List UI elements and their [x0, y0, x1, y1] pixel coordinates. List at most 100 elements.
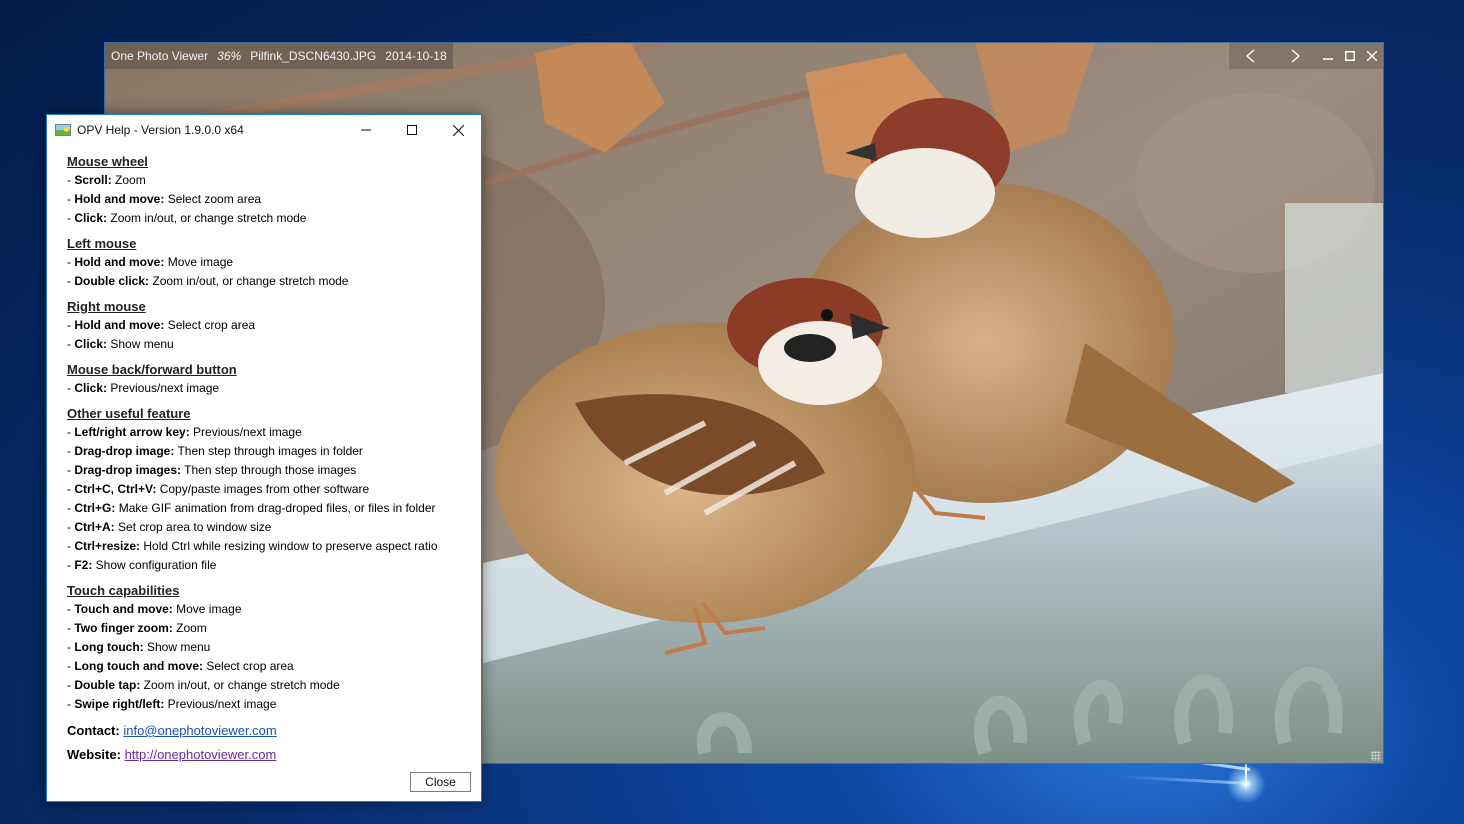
- viewer-app-name: One Photo Viewer: [111, 49, 209, 63]
- minimize-icon: [1323, 58, 1333, 60]
- help-item: - F2: Show configuration file: [67, 556, 461, 575]
- help-item: - Click: Previous/next image: [67, 379, 461, 398]
- help-item: - Double tap: Zoom in/out, or change str…: [67, 676, 461, 695]
- help-section: Mouse back/forward button - Click: Previo…: [67, 361, 461, 398]
- section-heading: Other useful feature: [67, 406, 191, 421]
- help-item: - Scroll: Zoom: [67, 171, 461, 190]
- help-item-text: Previous/next image: [107, 381, 220, 395]
- help-section: Mouse wheel - Scroll: Zoom - Hold and move…: [67, 153, 461, 228]
- contact-email-link[interactable]: info@onephotoviewer.com: [123, 723, 276, 738]
- help-item-text: Zoom: [172, 621, 207, 635]
- resize-grip[interactable]: [1371, 751, 1381, 761]
- app-picture-icon: [55, 124, 71, 136]
- section-heading: Mouse wheel: [67, 154, 148, 169]
- help-dialog: OPV Help - Version 1.9.0.0 x64 Mouse whe…: [46, 114, 482, 802]
- help-item-key: Long touch and move:: [74, 659, 204, 673]
- help-section: Right mouse - Hold and move: Select crop …: [67, 298, 461, 354]
- help-item-text: Copy/paste images from other software: [156, 482, 370, 496]
- viewer-zoom-level: 36%: [217, 49, 242, 63]
- help-item: - Ctrl+resize: Hold Ctrl while resizing …: [67, 537, 461, 556]
- website-label: Website:: [67, 747, 121, 762]
- help-item-key: Drag-drop images:: [74, 463, 182, 477]
- viewer-maximize-button[interactable]: [1339, 43, 1361, 69]
- help-item-key: Touch and move:: [74, 602, 173, 616]
- help-item-text: Move image: [164, 255, 234, 269]
- help-item-key: Double tap:: [74, 678, 141, 692]
- help-item: - Ctrl+A: Set crop area to window size: [67, 518, 461, 537]
- help-item: - Long touch and move: Select crop area: [67, 657, 461, 676]
- help-item-text: Previous/next image: [164, 697, 277, 711]
- help-item-text: Select zoom area: [164, 192, 262, 206]
- section-heading: Touch capabilities: [67, 583, 180, 598]
- help-item-key: Double click:: [74, 274, 150, 288]
- help-item-key: Left/right arrow key:: [74, 425, 190, 439]
- next-image-button[interactable]: [1273, 43, 1317, 69]
- help-section: Touch capabilities - Touch and move: Move…: [67, 582, 461, 714]
- help-item-text: Select crop area: [203, 659, 294, 673]
- help-item: - Swipe right/left: Previous/next image: [67, 695, 461, 714]
- help-item-key: Ctrl+C, Ctrl+V:: [74, 482, 157, 496]
- help-item-text: Then step through images in folder: [174, 444, 363, 458]
- contact-line: Contact: info@onephotoviewer.com: [67, 721, 461, 741]
- help-item: - Drag-drop image: Then step through ima…: [67, 442, 461, 461]
- help-item: - Double click: Zoom in/out, or change s…: [67, 272, 461, 291]
- help-item-text: Move image: [172, 602, 242, 616]
- help-item-text: Show configuration file: [92, 558, 217, 572]
- help-item-text: Show menu: [143, 640, 211, 654]
- maximize-icon: [407, 125, 417, 135]
- help-section: Other useful feature - Left/right arrow k…: [67, 405, 461, 575]
- help-item-text: Zoom in/out, or change stretch mode: [107, 211, 307, 225]
- help-title-bar: OPV Help - Version 1.9.0.0 x64: [47, 115, 481, 145]
- help-item: - Hold and move: Move image: [67, 253, 461, 272]
- help-section: Left mouse - Hold and move: Move image - D…: [67, 235, 461, 291]
- maximize-icon: [1345, 51, 1355, 61]
- help-maximize-button[interactable]: [389, 115, 435, 145]
- help-item-key: Hold and move:: [74, 192, 165, 206]
- help-item-key: F2:: [74, 558, 93, 572]
- help-item-key: Click:: [74, 211, 108, 225]
- help-item: - Drag-drop images: Then step through th…: [67, 461, 461, 480]
- help-item: - Hold and move: Select zoom area: [67, 190, 461, 209]
- help-item-key: Scroll:: [74, 173, 112, 187]
- website-link[interactable]: http://onephotoviewer.com: [125, 747, 277, 762]
- help-item-key: Long touch:: [74, 640, 144, 654]
- section-heading: Left mouse: [67, 236, 137, 251]
- help-item-key: Hold and move:: [74, 255, 165, 269]
- help-item-text: Zoom: [111, 173, 146, 187]
- help-item: - Two finger zoom: Zoom: [67, 619, 461, 638]
- help-item-key: Two finger zoom:: [74, 621, 173, 635]
- help-item-text: Hold Ctrl while resizing window to prese…: [140, 539, 438, 553]
- viewer-filename: Pilfink_DSCN6430.JPG: [250, 49, 377, 63]
- help-item-key: Swipe right/left:: [74, 697, 165, 711]
- help-close-x-button[interactable]: [435, 115, 481, 145]
- help-item-key: Click:: [74, 337, 108, 351]
- help-item: - Hold and move: Select crop area: [67, 316, 461, 335]
- help-item: - Ctrl+C, Ctrl+V: Copy/paste images from…: [67, 480, 461, 499]
- close-button[interactable]: Close: [410, 772, 471, 792]
- help-item: - Left/right arrow key: Previous/next im…: [67, 423, 461, 442]
- help-item-text: Previous/next image: [189, 425, 302, 439]
- contact-label: Contact:: [67, 723, 120, 738]
- help-minimize-button[interactable]: [343, 115, 389, 145]
- viewer-close-button[interactable]: [1361, 43, 1383, 69]
- help-item: - Click: Zoom in/out, or change stretch …: [67, 209, 461, 228]
- help-item-key: Ctrl+resize:: [74, 539, 141, 553]
- help-item-key: Ctrl+G:: [74, 501, 116, 515]
- section-heading: Mouse back/forward button: [67, 362, 237, 377]
- help-item-text: Zoom in/out, or change stretch mode: [149, 274, 349, 288]
- help-item-text: Then step through those images: [181, 463, 357, 477]
- help-item: - Ctrl+G: Make GIF animation from drag-d…: [67, 499, 461, 518]
- help-item-text: Make GIF animation from drag-droped file…: [115, 501, 436, 515]
- help-item: - Touch and move: Move image: [67, 600, 461, 619]
- help-item-text: Set crop area to window size: [114, 520, 272, 534]
- viewer-title-bar: One Photo Viewer 36% Pilfink_DSCN6430.JP…: [105, 43, 453, 69]
- chevron-left-icon: [1245, 49, 1255, 63]
- help-item: - Long touch: Show menu: [67, 638, 461, 657]
- help-item-key: Click:: [74, 381, 108, 395]
- help-content: Mouse wheel - Scroll: Zoom - Hold and move…: [47, 145, 481, 765]
- viewer-minimize-button[interactable]: [1317, 43, 1339, 69]
- help-item: - Click: Show menu: [67, 335, 461, 354]
- section-heading: Right mouse: [67, 299, 146, 314]
- minimize-icon: [361, 129, 371, 131]
- prev-image-button[interactable]: [1229, 43, 1273, 69]
